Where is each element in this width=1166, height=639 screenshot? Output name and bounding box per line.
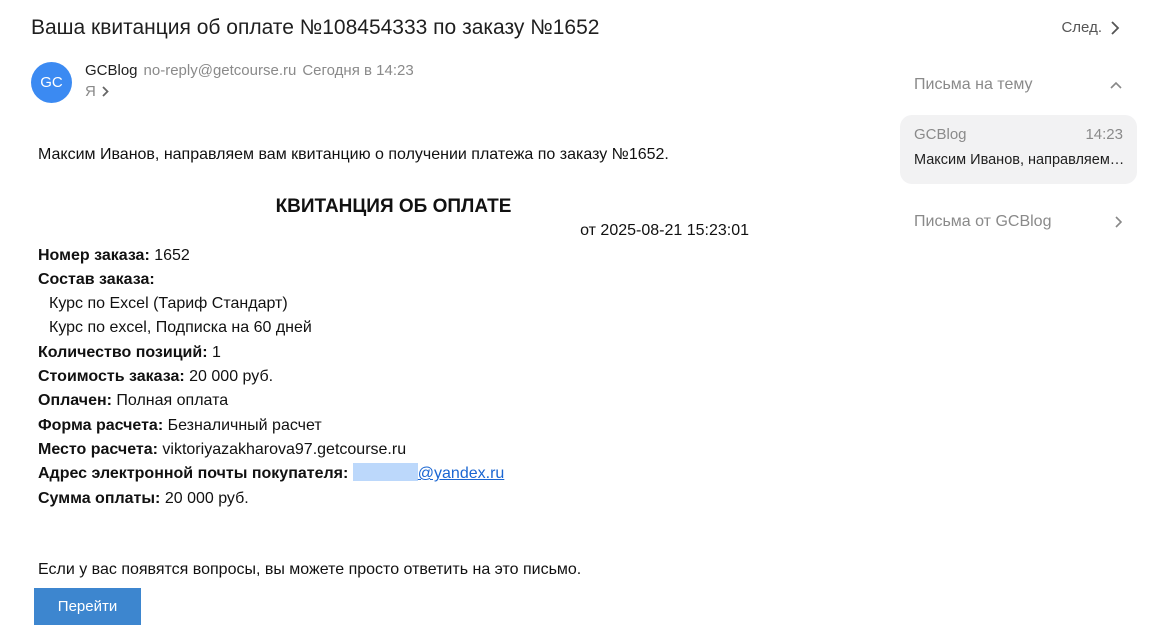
intro-text: Максим Иванов, направляем вам квитанцию … <box>38 146 669 163</box>
recipient-toggle[interactable]: Я <box>85 83 109 100</box>
sum-row: Сумма оплаты: 20 000 руб. <box>38 487 758 511</box>
order-number-label: Номер заказа: <box>38 246 150 264</box>
sum-value: 20 000 руб. <box>164 489 249 507</box>
thread-item-from: GCBlog <box>914 126 967 143</box>
next-email-button[interactable]: След. <box>1061 19 1120 36</box>
snippet-text: Максим Иванов, направляем вам квитанцию <box>914 152 1126 168</box>
order-item: Курс по Excel (Тариф Стандарт) <box>49 295 288 313</box>
cost-row: Стоимость заказа: 20 000 руб. <box>38 365 758 389</box>
buyer-email-label: Адрес электронной почты покупателя: <box>38 465 349 483</box>
cost-value: 20 000 руб. <box>189 368 274 386</box>
chevron-up-icon <box>1110 81 1122 89</box>
footer-text: Если у вас появятся вопросы, вы можете п… <box>38 561 582 578</box>
sender-avatar[interactable]: GC <box>31 62 72 103</box>
paid-label: Оплачен: <box>38 392 112 410</box>
composition-label: Состав заказа: <box>38 270 155 288</box>
qty-value: 1 <box>212 343 221 361</box>
email-date: Сегодня в 14:23 <box>302 62 414 79</box>
thread-header-label: Письма на тему <box>914 76 1033 93</box>
email-subject: Ваша квитанция об оплате №108454333 по з… <box>31 16 600 39</box>
sender-emails-label: Письма от GCBlog <box>914 213 1052 230</box>
composition-row: Состав заказа: <box>38 268 758 292</box>
buyer-email-link[interactable]: @yandex.ru <box>418 465 505 482</box>
payment-form-value: Безналичный расчет <box>167 416 322 434</box>
receipt-title: КВИТАНЦИЯ ОБ ОПЛАТЕ <box>275 196 512 218</box>
sender-line: GCBlog no-reply@getcourse.ru Сегодня в 14:… <box>85 62 414 79</box>
go-button[interactable]: Перейти <box>34 588 141 625</box>
thread-item[interactable]: GCBlog 14:23 Максим Иванов, направляем в… <box>900 115 1137 184</box>
order-number-value: 1652 <box>154 246 190 264</box>
receipt-date: от 2025-08-21 15:23:01 <box>580 222 749 240</box>
payment-form-row: Форма расчета: Безналичный расчет <box>38 414 758 438</box>
thread-header[interactable]: Письма на тему <box>914 76 1122 94</box>
sum-label: Сумма оплаты: <box>38 489 161 507</box>
qty-label: Количество позиций: <box>38 343 208 361</box>
buyer-email-row: Адрес электронной почты покупателя: @yan… <box>38 462 758 486</box>
email-body: Максим Иванов, направляем вам квитанцию … <box>38 143 758 511</box>
recipient-label: Я <box>85 83 96 100</box>
payment-place-value: viktoriyazakharova97.getcourse.ru <box>162 440 407 458</box>
thread-item-snippet: Максим Иванов, направляем вам квитанцию <box>914 152 1126 168</box>
sender-emails-link[interactable]: Письма от GCBlog <box>914 213 1122 231</box>
next-label: След. <box>1061 19 1102 36</box>
chevron-right-icon <box>1111 20 1120 35</box>
order-number-row: Номер заказа: 1652 <box>38 244 758 268</box>
paid-row: Оплачен: Полная оплата <box>38 389 758 413</box>
paid-value: Полная оплата <box>116 392 229 410</box>
payment-place-label: Место расчета: <box>38 440 158 458</box>
chevron-right-icon <box>102 86 109 97</box>
payment-form-label: Форма расчета: <box>38 416 164 434</box>
redacted-block <box>352 463 418 482</box>
chevron-right-icon <box>1115 216 1122 228</box>
sender-email[interactable]: no-reply@getcourse.ru <box>144 62 297 79</box>
qty-row: Количество позиций: 1 <box>38 341 758 365</box>
cost-label: Стоимость заказа: <box>38 368 185 386</box>
order-item: Курс по excel, Подписка на 60 дней <box>49 319 312 337</box>
payment-place-row: Место расчета: viktoriyazakharova97.getc… <box>38 438 758 462</box>
thread-item-time: 14:23 <box>1085 126 1123 143</box>
sender-name[interactable]: GCBlog <box>85 62 138 79</box>
